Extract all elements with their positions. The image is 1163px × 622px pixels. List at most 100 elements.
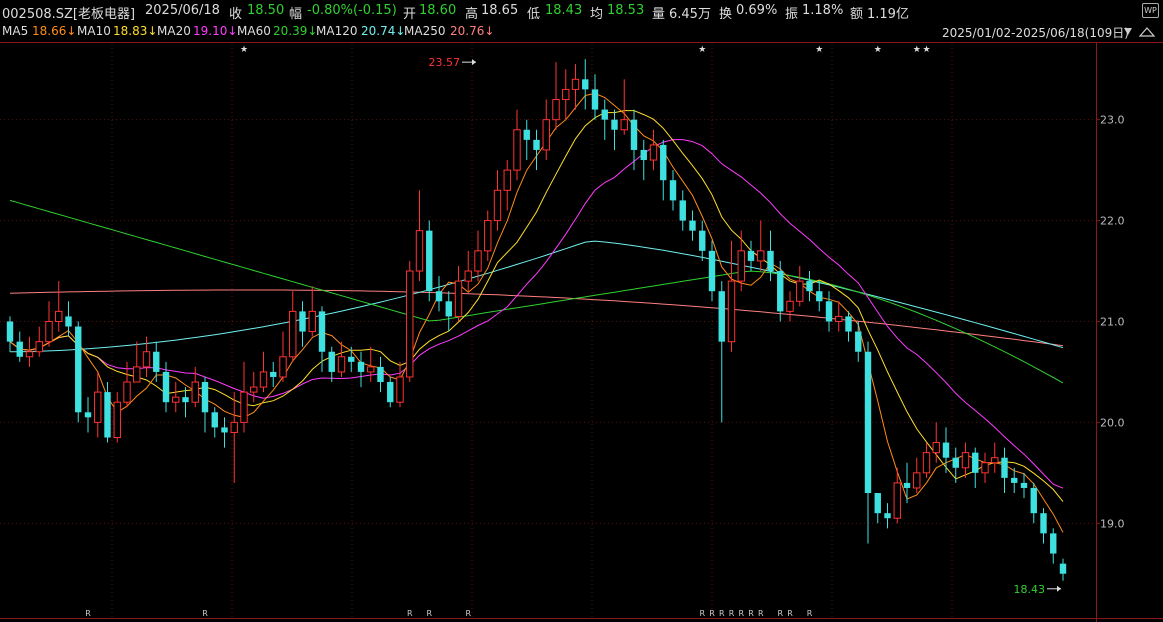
candle-body-37: [367, 366, 375, 373]
candle-body-87: [855, 331, 862, 352]
candle-46: [454, 265, 463, 322]
candle-body-7: [75, 326, 82, 413]
candle-body-30: [299, 311, 306, 332]
candle-41: [406, 260, 414, 383]
candle-body-35: [348, 356, 355, 362]
candle-48: [474, 230, 482, 282]
r-marker-5: R: [699, 609, 705, 618]
candle-body-94: [922, 452, 931, 474]
candle-50: [493, 170, 502, 231]
r-marker-0: R: [85, 609, 91, 618]
candle-58: [571, 64, 580, 110]
candle-62: [611, 109, 618, 150]
candle-74: [727, 240, 736, 352]
candle-body-49: [484, 220, 492, 252]
candle-57: [562, 69, 570, 120]
candle-body-41: [406, 270, 414, 378]
high-price-label: 23.57: [429, 56, 461, 69]
candle-body-59: [582, 79, 589, 90]
candle-21: [211, 407, 218, 438]
candle-71: [699, 220, 706, 261]
candle-85: [835, 301, 843, 332]
candle-30: [299, 301, 306, 347]
candle-67: [660, 139, 667, 201]
r-marker-7: R: [719, 609, 725, 618]
star-marker-1: ★: [698, 45, 706, 55]
candle-0: [6, 316, 14, 352]
candle-49: [484, 210, 492, 261]
star-marker-5: ★: [922, 45, 930, 55]
candle-92: [903, 462, 911, 504]
candle-body-73: [718, 291, 725, 342]
candle-47: [464, 250, 472, 292]
candle-98: [961, 442, 970, 478]
candle-27: [270, 361, 277, 388]
candlestick-chart[interactable]: ★ ★ ★ ★ ★ ★R R R R R R R R R R R R R R R 23.0 22.0 21.0 20.…: [0, 0, 1163, 622]
candle-37: [367, 346, 375, 383]
candle-40: [396, 361, 404, 408]
candle-body-19: [191, 381, 199, 403]
candle-body-48: [474, 250, 482, 272]
candle-body-14: [142, 351, 151, 368]
candle-body-17: [172, 396, 180, 403]
r-marker-8: R: [729, 609, 735, 618]
r-marker-4: R: [465, 609, 471, 618]
candle-body-60: [591, 89, 599, 110]
candle-body-96: [942, 442, 950, 458]
candle-body-102: [1001, 457, 1008, 478]
candle-body-33: [328, 351, 335, 372]
candle-60: [591, 74, 599, 120]
y-tick-3: 20.0: [1100, 416, 1125, 429]
candle-body-78: [767, 250, 774, 272]
candle-body-74: [727, 280, 736, 343]
candle-body-22: [221, 427, 228, 433]
candle-90: [884, 503, 891, 529]
ma60-line: [9, 199, 1064, 384]
candle-81: [796, 265, 804, 307]
candle-body-63: [620, 119, 628, 131]
candle-69: [679, 190, 686, 231]
r-marker-14: R: [807, 609, 813, 618]
candle-body-58: [571, 78, 580, 90]
candle-body-27: [270, 371, 277, 377]
candle-body-26: [259, 371, 268, 388]
candle-18: [182, 387, 189, 418]
candle-101: [991, 442, 999, 473]
candle-8: [84, 397, 92, 433]
candle-72: [708, 240, 716, 302]
y-tick-1: 22.0: [1100, 215, 1125, 228]
candle-body-31: [308, 310, 316, 333]
candle-24: [240, 361, 248, 433]
candle-body-107: [1050, 533, 1057, 554]
candle-32: [318, 306, 326, 372]
star-marker-2: ★: [815, 45, 823, 55]
candle-body-5: [55, 310, 63, 322]
candle-64: [630, 109, 638, 171]
candle-82: [806, 271, 813, 302]
star-marker-0: ★: [240, 45, 248, 55]
candle-body-34: [337, 356, 346, 373]
candle-body-24: [240, 391, 248, 423]
candle-42: [415, 190, 424, 282]
candle-68: [669, 170, 677, 211]
candle-body-13: [133, 366, 141, 383]
candle-79: [777, 260, 784, 322]
candle-body-80: [786, 300, 794, 312]
candle-100: [981, 452, 989, 483]
candle-51: [503, 160, 511, 211]
candle-23: [230, 392, 238, 483]
candle-65: [640, 139, 647, 181]
candle-body-25: [250, 386, 258, 393]
candle-36: [357, 351, 365, 388]
candle-7: [75, 321, 82, 423]
candle-body-52: [513, 129, 521, 171]
ma20-line: [9, 139, 1064, 489]
candle-body-28: [279, 356, 287, 378]
candle-body-9: [94, 391, 102, 423]
candle-body-15: [153, 351, 160, 372]
candle-26: [259, 351, 268, 393]
candle-87: [855, 321, 862, 362]
candle-93: [913, 457, 921, 494]
candle-91: [893, 467, 901, 524]
candle-body-0: [6, 321, 14, 342]
